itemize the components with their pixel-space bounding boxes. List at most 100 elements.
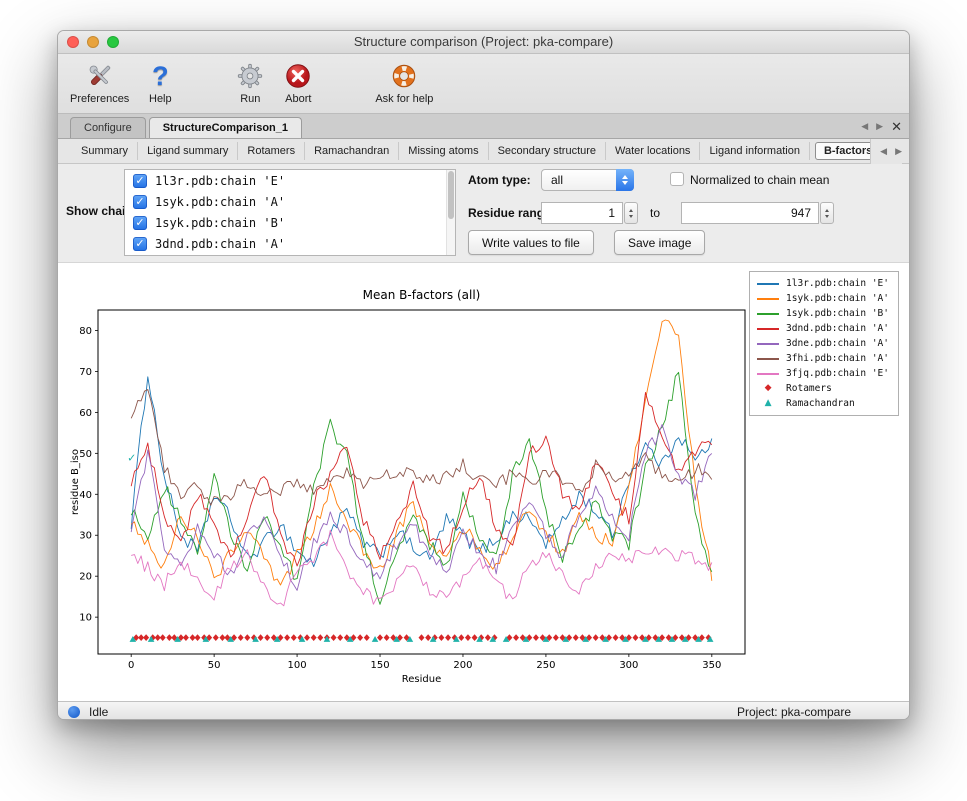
- save-image-button[interactable]: Save image: [614, 230, 705, 255]
- ask-for-help-button[interactable]: Ask for help: [375, 59, 433, 105]
- svg-text:10: 10: [79, 613, 92, 624]
- chain-checkbox[interactable]: ✓: [133, 174, 147, 188]
- svg-text:200: 200: [453, 660, 472, 671]
- help-button[interactable]: ? Help: [143, 59, 177, 105]
- tab-close-icon[interactable]: ✕: [891, 122, 902, 132]
- svg-text:Residue: Residue: [402, 674, 441, 685]
- svg-text:40: 40: [79, 490, 92, 501]
- controls-panel: Show chains: ✓1l3r.pdb:chain 'E'✓1syk.pd…: [58, 164, 909, 262]
- abort-icon: [281, 59, 315, 93]
- chain-row[interactable]: ✓1syk.pdb:chain 'A': [125, 191, 455, 212]
- subtab-scroll-right-icon[interactable]: ▶: [895, 147, 902, 157]
- status-text: Idle: [89, 705, 108, 719]
- subtab-ligand-information[interactable]: Ligand information: [700, 142, 810, 160]
- chain-checkbox[interactable]: ✓: [133, 195, 147, 209]
- svg-text:Mean B-factors (all): Mean B-factors (all): [363, 288, 481, 302]
- chain-list[interactable]: ✓1l3r.pdb:chain 'E'✓1syk.pdb:chain 'A'✓1…: [124, 169, 456, 256]
- legend-entry: ▲ Ramachandran: [757, 397, 889, 410]
- legend-entry: 1syk.pdb:chain 'A': [757, 292, 889, 305]
- legend-line-swatch: [757, 328, 779, 330]
- toolbar-label: Help: [149, 93, 172, 105]
- residue-from-stepper[interactable]: [624, 202, 638, 224]
- legend-entry: 1l3r.pdb:chain 'E': [757, 277, 889, 290]
- legend-marker-swatch: ▲: [757, 398, 779, 409]
- legend-label: Rotamers: [786, 383, 832, 394]
- normalized-checkbox[interactable]: [670, 172, 684, 186]
- dropdown-arrows-icon: [616, 169, 634, 191]
- tab-configure[interactable]: Configure: [70, 117, 146, 138]
- run-button[interactable]: Run: [233, 59, 267, 105]
- svg-text:300: 300: [619, 660, 638, 671]
- tab-scroll-left-icon[interactable]: ◀: [861, 122, 868, 132]
- project-label: Project: pka-compare: [737, 705, 899, 719]
- legend-label: 3dne.pdb:chain 'A': [786, 338, 889, 349]
- chart-area: 0501001502002503003501020304050607080Mea…: [58, 262, 909, 701]
- subtab-ligand-summary[interactable]: Ligand summary: [138, 142, 238, 160]
- chain-row[interactable]: ✓1l3r.pdb:chain 'E': [125, 170, 455, 191]
- svg-text:60: 60: [79, 408, 92, 419]
- tab-structurecomparison-1[interactable]: StructureComparison_1: [149, 117, 302, 138]
- svg-text:✓: ✓: [127, 451, 136, 464]
- preferences-button[interactable]: Preferences: [70, 59, 129, 105]
- atom-type-dropdown[interactable]: all: [541, 169, 634, 191]
- subtab-scroll-left-icon[interactable]: ◀: [880, 147, 887, 157]
- chain-checkbox[interactable]: ✓: [133, 216, 147, 230]
- svg-text:150: 150: [370, 660, 389, 671]
- residue-to-stepper[interactable]: [820, 202, 834, 224]
- svg-text:residue B_iso: residue B_iso: [70, 449, 81, 515]
- legend-label: 3fhi.pdb:chain 'A': [786, 353, 889, 364]
- close-window-button[interactable]: [67, 36, 79, 48]
- svg-text:50: 50: [79, 449, 92, 460]
- legend-label: 1syk.pdb:chain 'A': [786, 293, 889, 304]
- svg-text:250: 250: [536, 660, 555, 671]
- tools-icon: [83, 59, 117, 93]
- main-tab-bar: Configure StructureComparison_1 ◀ ▶ ✕: [58, 114, 909, 139]
- svg-text:70: 70: [79, 367, 92, 378]
- legend-line-swatch: [757, 283, 779, 285]
- toolbar-label: Preferences: [70, 93, 129, 105]
- title-bar: Structure comparison (Project: pka-compa…: [58, 31, 909, 54]
- legend-line-swatch: [757, 373, 779, 375]
- toolbar-label: Ask for help: [375, 93, 433, 105]
- app-window: Structure comparison (Project: pka-compa…: [57, 30, 910, 720]
- toolbar-label: Run: [240, 93, 260, 105]
- gear-icon: [233, 59, 267, 93]
- legend-label: 3dnd.pdb:chain 'A': [786, 323, 889, 334]
- svg-text:80: 80: [79, 326, 92, 337]
- scrollbar-thumb[interactable]: [448, 171, 454, 219]
- chain-row[interactable]: ✓ 1syk.pdb:chain 'B': [125, 212, 455, 233]
- tab-scroll-right-icon[interactable]: ▶: [876, 122, 883, 132]
- toolbar: Preferences ? Help: [58, 54, 909, 114]
- residue-from-input[interactable]: 1: [541, 202, 623, 224]
- svg-text:30: 30: [79, 531, 92, 542]
- legend-marker-swatch: ◆: [757, 383, 779, 394]
- legend-label: 1syk.pdb:chain 'B': [786, 308, 889, 319]
- status-indicator-icon: [68, 706, 80, 718]
- chain-list-scrollbar[interactable]: [446, 170, 455, 255]
- subtab-summary[interactable]: Summary: [72, 142, 138, 160]
- write-values-button[interactable]: Write values to file: [468, 230, 594, 255]
- zoom-window-button[interactable]: [107, 36, 119, 48]
- legend-entry: 3dnd.pdb:chain 'A': [757, 322, 889, 335]
- minimize-window-button[interactable]: [87, 36, 99, 48]
- subtab-rotamers[interactable]: Rotamers: [238, 142, 305, 160]
- subtab-ramachandran[interactable]: Ramachandran: [305, 142, 399, 160]
- toolbar-label: Abort: [285, 93, 311, 105]
- subtab-water-locations[interactable]: Water locations: [606, 142, 700, 160]
- legend-line-swatch: [757, 298, 779, 300]
- normalized-label: Normalized to chain mean: [690, 173, 829, 187]
- subtab-missing-atoms[interactable]: Missing atoms: [399, 142, 488, 160]
- abort-button[interactable]: Abort: [281, 59, 315, 105]
- chain-label: 1syk.pdb:chain 'B': [155, 216, 285, 230]
- legend-line-swatch: [757, 358, 779, 360]
- legend-entry: ◆ Rotamers: [757, 382, 889, 395]
- residue-to-input[interactable]: 947: [681, 202, 819, 224]
- chain-checkbox[interactable]: ✓: [133, 237, 147, 251]
- legend-line-swatch: [757, 313, 779, 315]
- legend-label: 1l3r.pdb:chain 'E': [786, 278, 889, 289]
- subtab-secondary-structure[interactable]: Secondary structure: [489, 142, 606, 160]
- legend-label: Ramachandran: [786, 398, 855, 409]
- chain-row[interactable]: ✓3dnd.pdb:chain 'A': [125, 233, 455, 254]
- subtab-bar: SummaryLigand summaryRotamersRamachandra…: [58, 139, 909, 164]
- svg-text:350: 350: [702, 660, 721, 671]
